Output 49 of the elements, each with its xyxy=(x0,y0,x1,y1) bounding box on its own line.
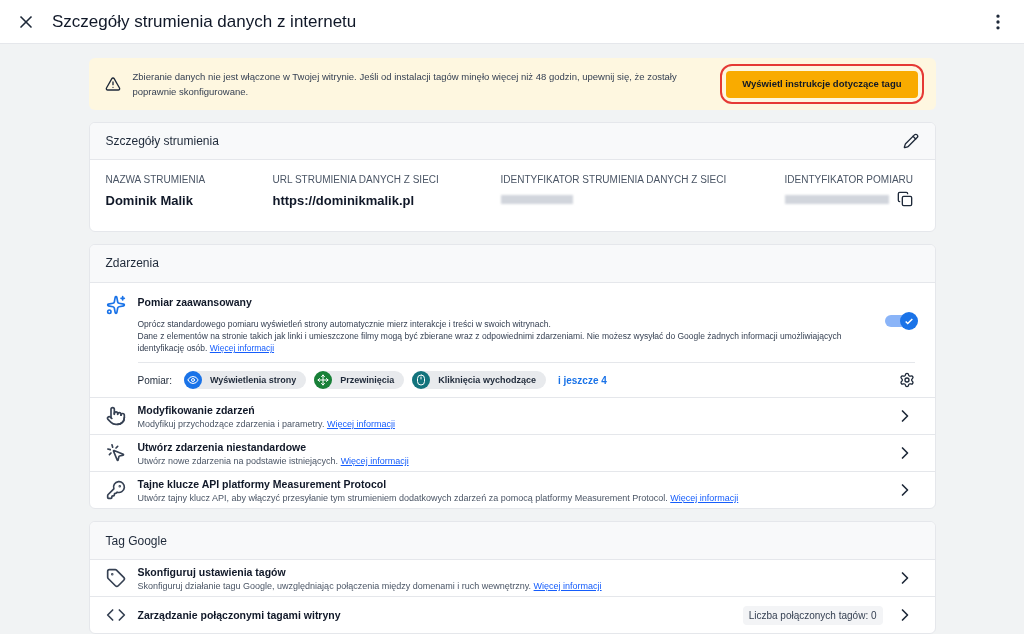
more-info-link[interactable]: Więcej informacji xyxy=(670,492,739,503)
section-description: Oprócz standardowego pomiaru wyświetleń strony automatycznie mierz interakcje i treści w swoich witrynach. Dane z elementów na stronie takich jak linki i umieszczone filmy mogą być zbierane wraz z odpowiednimi zdarzeniami. Nie możesz wysyłać do Google żadnych informacji umożliwiających identyfikację osób. Więcej informacji xyxy=(137,318,843,355)
tag-instructions-button[interactable]: Wyświetl instrukcje dotyczące tagu xyxy=(726,71,918,98)
measurement-chip: Przewinięcia xyxy=(314,371,405,390)
edit-icon[interactable] xyxy=(902,133,919,149)
field-label: URL STRUMIENIA DANYCH Z SIECI xyxy=(272,173,440,187)
row-description: Modyfikuj przychodzące zdarzenia i parametry. Więcej informacji xyxy=(137,417,396,430)
card-title: Zdarzenia xyxy=(105,255,159,272)
more-info-link[interactable]: Więcej informacji xyxy=(326,418,395,429)
tag-icon xyxy=(105,568,126,589)
measure-label: Pomiar: xyxy=(137,373,172,388)
more-link[interactable]: i jeszcze 4 xyxy=(557,372,607,388)
field-label: IDENTYFIKATOR POMIARU xyxy=(784,173,915,187)
row-title: Skonfiguruj ustawienia tagów xyxy=(137,564,287,580)
field-label: NAZWA STRUMIENIA xyxy=(105,173,207,187)
row-title: Modyfikowanie zdarzeń xyxy=(137,402,256,418)
list-row[interactable]: Utwórz zdarzenia niestandardowe Utwórz nowe zdarzenia na podstawie istniejących. Więcej informacji xyxy=(89,434,935,472)
more-info-link[interactable]: Więcej informacji xyxy=(209,343,275,354)
row-description: Utwórz nowe zdarzenia na podstawie istniejących. Więcej informacji xyxy=(137,454,410,467)
row-title: Utwórz zdarzenia niestandardowe xyxy=(137,439,308,455)
cursor-click-icon xyxy=(105,443,126,464)
more-info-link[interactable]: Więcej informacji xyxy=(340,455,409,466)
sparkles-icon xyxy=(105,294,126,315)
measurement-chip: Kliknięcia wychodzące xyxy=(412,371,546,390)
field-value: Dominik Malik xyxy=(105,192,194,210)
field-label: IDENTYFIKATOR STRUMIENIA DANYCH Z SIECI xyxy=(500,173,728,187)
key-icon xyxy=(105,480,126,501)
row-description: Utwórz tajny klucz API, aby włączyć przesyłanie tym strumieniem dodatkowych zdarzeń za pomocą platformy Measurement Protocol. Więcej informacji xyxy=(137,491,740,504)
row-title: Zarządzanie połączonymi tagami witryny xyxy=(137,607,342,623)
count-badge: Liczba połączonych tagów: 0 xyxy=(742,605,883,625)
more-info-link[interactable]: Więcej informacji xyxy=(533,580,602,591)
toggle-switch[interactable] xyxy=(884,314,915,327)
section-title: Pomiar zaawansowany xyxy=(137,294,253,310)
row-title: Tajne klucze API platformy Measurement Protocol xyxy=(137,476,388,492)
list-row[interactable]: Skonfiguruj ustawienia tagów Skonfiguruj działanie tagu Google, uwzględniając połączenia między domenami i ruch wewnętrzny. Więcej informacji xyxy=(89,559,935,597)
list-row[interactable]: Zarządzanie połączonymi tagami witryny Liczba połączonych tagów: 0 xyxy=(89,596,935,634)
copy-icon[interactable] xyxy=(896,191,913,207)
field-value: https://dominikmalik.pl xyxy=(272,192,416,210)
measurement-chip: Wyświetlenia strony xyxy=(183,371,307,390)
list-row[interactable]: Modyfikowanie zdarzeń Modyfikuj przychodzące zdarzenia i parametry. Więcej informacji xyxy=(89,397,935,435)
warning-message: Zbieranie danych nie jest włączone w Twojej witrynie. Jeśli od instalacji tagów minęło więcej niż 48 godzin, upewnij się, że zostały poprawnie skonfigurowane. xyxy=(132,70,678,99)
settings-icon[interactable] xyxy=(898,372,915,389)
row-description: Skonfiguruj działanie tagu Google, uwzględniając połączenia między domenami i ruch wewnętrzny. Więcej informacji xyxy=(137,579,603,592)
hand-pointer-icon xyxy=(105,406,126,427)
warning-icon xyxy=(104,76,121,92)
card-title: Szczegóły strumienia xyxy=(105,133,219,150)
page-title: Szczegóły strumienia danych z internetu xyxy=(52,10,357,33)
card-title: Tag Google xyxy=(105,532,167,550)
list-row[interactable]: Tajne klucze API platformy Measurement Protocol Utwórz tajny klucz API, aby włączyć przesyłanie tym strumieniem dodatkowych zdarzeń za pomocą platformy Measurement Protocol. Więcej informacji xyxy=(89,471,935,509)
